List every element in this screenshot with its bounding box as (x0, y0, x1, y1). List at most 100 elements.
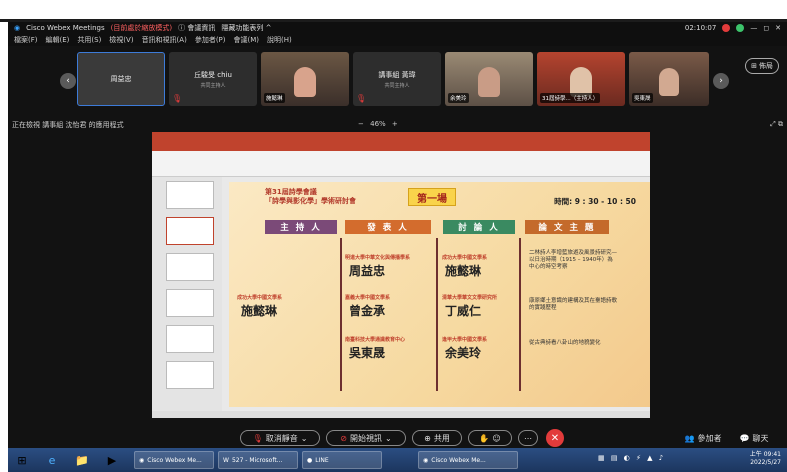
slide-thumbnail[interactable] (166, 325, 214, 353)
participant-role: 共同主持人 (384, 82, 410, 89)
column-divider (519, 238, 521, 391)
reactions-button[interactable]: ✋ ☺ (468, 430, 512, 446)
slide-thumbnail[interactable] (166, 217, 214, 245)
meeting-info-button[interactable]: ⓘ 會議資訊 (178, 23, 215, 33)
video-off-icon: ⊘ (340, 433, 347, 443)
ppt-title-bar (152, 132, 650, 144)
restore-button[interactable]: ◻ (763, 24, 769, 32)
menu-view[interactable]: 檢視(V) (109, 35, 133, 45)
menu-participants[interactable]: 參加者(P) (195, 35, 226, 45)
taskbar-clock: 上午 09:41 2022/5/27 (750, 451, 781, 467)
discussant-name: 施懿琳 (445, 264, 482, 278)
participant-tile[interactable]: 吳東晟 (629, 52, 709, 106)
start-video-button[interactable]: ⊘ 開始視訊 ⌄ (326, 430, 406, 446)
clock-date: 2022/5/27 (750, 459, 781, 466)
menu-share[interactable]: 共用(S) (77, 35, 101, 45)
conference-title: 第31屆詩學會議 「詩學與影化學」學術研討會 (265, 188, 356, 206)
participants-panel-button[interactable]: 👥 參加者 (676, 430, 730, 446)
slide-thumbnail[interactable] (166, 361, 214, 389)
unmute-button[interactable]: 🎙 取消靜音 ⌄ (240, 430, 320, 446)
connection-icon (736, 24, 745, 32)
close-window-button[interactable]: ✕ (775, 24, 781, 32)
minimize-button[interactable]: — (750, 24, 757, 32)
media-player-icon: ▶ (107, 453, 117, 467)
participant-tile[interactable]: 講事組 黃瑋 共同主持人 🎙 (353, 52, 441, 106)
slide-thumbnail[interactable] (166, 289, 214, 317)
shared-powerpoint: 第31屆詩學會議 「詩學與影化學」學術研討會 第一場 時間: 9 : 30 - … (152, 132, 650, 418)
zoom-level: 46% (370, 120, 386, 128)
participants-label: 參加者 (697, 433, 722, 443)
close-icon: ✕ (550, 432, 560, 444)
menu-edit[interactable]: 編輯(E) (46, 35, 70, 45)
presenter-affiliation: 嘉義大學中國文學系 (345, 295, 391, 301)
share-button[interactable]: ⊕ 共用 (412, 430, 462, 446)
participant-tile[interactable]: 施懿琳 (261, 52, 349, 106)
media-icon[interactable]: ▶ (102, 451, 122, 469)
participant-tile[interactable]: 丘駿旻 chiu 共同主持人 🎙 (169, 52, 257, 106)
menu-file[interactable]: 檔案(F) (14, 35, 38, 45)
hide-menu-button[interactable]: 隱藏功能表列 ^ (221, 23, 271, 33)
participant-name: 丘駿旻 chiu (194, 70, 232, 79)
column-divider (340, 238, 342, 391)
participant-name: 施懿琳 (264, 93, 285, 103)
zoom-in-button[interactable]: + (392, 120, 398, 128)
share-icon: ⊕ (424, 433, 431, 443)
chat-label: 聊天 (752, 433, 769, 443)
header-topic: 論 文 主 題 (525, 220, 609, 234)
participant-tile[interactable]: 余美玲 (445, 52, 533, 106)
zoom-out-button[interactable]: − (358, 120, 364, 128)
more-options-button[interactable]: ⋯ (518, 430, 538, 446)
participant-video (294, 67, 316, 97)
discussant-affiliation: 成功大學中國文學系 (442, 255, 488, 261)
menu-help[interactable]: 說明(H) (267, 35, 292, 45)
start-button[interactable]: ⊞ (12, 451, 32, 469)
ie-icon[interactable]: e (42, 451, 62, 469)
muted-mic-icon: 🎙 (172, 94, 183, 103)
menu-meeting[interactable]: 會議(M) (234, 35, 260, 45)
sharing-info-bar: 正在檢視 講事組 沈怡君 的應用程式 − 46% + ⤢ ⧉ (8, 118, 787, 130)
explorer-icon[interactable]: 📁 (72, 451, 92, 469)
presenter-affiliation: 南臺科技大學通識教育中心 (345, 337, 406, 343)
participant-tile[interactable]: 31屆詩學...（主持人） (537, 52, 625, 106)
taskbar-webex[interactable]: ◉ Cisco Webex Me... (134, 451, 214, 469)
leave-meeting-button[interactable]: ✕ (546, 429, 564, 447)
webex-logo-icon: ◉ (14, 24, 21, 32)
task-label: Cisco Webex Me... (147, 456, 202, 464)
chevron-down-icon: ⌄ (300, 433, 308, 443)
layout-button[interactable]: ⊞ 佈局 (745, 58, 779, 74)
header-host: 主 持 人 (265, 220, 337, 234)
prev-participants-button[interactable]: ‹ (60, 73, 76, 89)
taskbar-word[interactable]: W 527 - Microsoft... (218, 451, 298, 469)
conference-title-line1: 第31屆詩學會議 (265, 188, 317, 196)
presenter-name: 吳東晟 (349, 346, 386, 360)
participant-name: 余美玲 (448, 93, 469, 103)
taskbar-webex-meeting[interactable]: ◉ Cisco Webex Me... (418, 451, 518, 469)
paper-topic: 從古典詩看八卦山的地貌變化 (529, 340, 601, 346)
hand-icon: ✋ (479, 433, 490, 443)
fullscreen-icon[interactable]: ⤢ ⧉ (770, 120, 783, 129)
slide-thumbnail[interactable] (166, 253, 214, 281)
start-video-label: 開始視訊 (350, 433, 382, 443)
header-presenter: 發 表 人 (345, 220, 431, 234)
title-bar: ◉ Cisco Webex Meetings (目前處於縮放模式) ⓘ 會議資訊… (8, 22, 787, 34)
presenter-affiliation: 明道大學中華文化與傳播學系 (345, 255, 411, 261)
menu-audio-video[interactable]: 音訊和視訊(A) (142, 35, 187, 45)
slide-thumbnail[interactable] (166, 181, 214, 209)
more-icon: ⋯ (524, 433, 532, 443)
next-participants-button[interactable]: › (713, 73, 729, 89)
unmute-label: 取消靜音 (265, 433, 298, 443)
ie-logo-icon: e (48, 453, 56, 467)
task-label: Cisco Webex Me... (431, 456, 486, 464)
participant-name: 周益忠 (110, 75, 132, 83)
session-time: 時間: 9 : 30 - 10 : 50 (554, 197, 636, 206)
presenter-name: 曾金承 (349, 304, 386, 318)
participant-tile[interactable]: 周益忠 (77, 52, 165, 106)
menu-bar: 檔案(F) 編輯(E) 共用(S) 檢視(V) 音訊和視訊(A) 參加者(P) … (8, 34, 787, 46)
muted-mic-icon: 🎙 (252, 433, 263, 443)
meeting-controls: 🎙 取消靜音 ⌄ ⊘ 開始視訊 ⌄ ⊕ 共用 ✋ ☺ ⋯ ✕ 👥 參加者 💬 聊… (8, 422, 787, 447)
mode-label: (目前處於縮放模式) (110, 24, 173, 32)
webex-icon: ◉ (423, 456, 429, 464)
chat-panel-button[interactable]: 💬 聊天 (732, 430, 776, 446)
share-label: 共用 (433, 433, 450, 443)
taskbar-line[interactable]: ● LINE (302, 451, 382, 469)
